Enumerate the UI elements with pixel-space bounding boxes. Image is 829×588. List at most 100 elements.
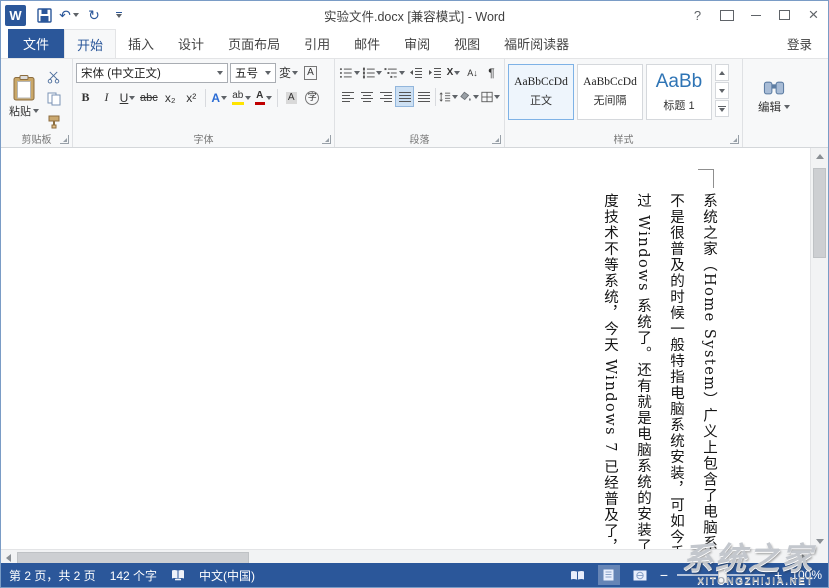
superscript-button[interactable]: x² — [182, 87, 201, 108]
font-size-combobox[interactable]: 五号 — [230, 63, 276, 83]
tab-review[interactable]: 审阅 — [392, 29, 442, 58]
vertical-scrollbar[interactable] — [810, 148, 828, 549]
character-shading-icon: A — [286, 92, 297, 104]
distribute-button[interactable] — [414, 86, 433, 107]
tab-home[interactable]: 开始 — [64, 29, 116, 58]
underline-button[interactable]: U — [118, 87, 137, 108]
style-normal[interactable]: AaBbCcDd 正文 — [508, 64, 574, 120]
zoom-slider-thumb[interactable] — [718, 569, 727, 583]
read-mode-icon — [570, 570, 585, 581]
styles-more-button[interactable] — [715, 100, 729, 117]
customize-caret-icon — [116, 12, 122, 18]
text-effects-dropdown-icon — [221, 96, 227, 100]
tab-page-layout[interactable]: 页面布局 — [216, 29, 292, 58]
page-number-indicator[interactable]: 第 2 页，共 2 页 — [9, 567, 96, 584]
tab-foxit-reader[interactable]: 福昕阅读器 — [492, 29, 581, 58]
font-color-dropdown-icon — [266, 96, 272, 100]
styles-dialog-launcher[interactable] — [730, 135, 739, 144]
bullets-button[interactable] — [338, 62, 361, 83]
styles-group-label: 样式 — [505, 131, 742, 146]
proofing-status[interactable] — [171, 569, 185, 581]
phonetic-guide-button[interactable]: 変 — [278, 62, 299, 83]
zoom-out-button[interactable]: − — [660, 568, 668, 582]
proofing-book-icon — [171, 569, 185, 581]
format-painter-button[interactable] — [44, 112, 63, 132]
copy-button[interactable] — [44, 89, 63, 109]
tab-view[interactable]: 视图 — [442, 29, 492, 58]
sort-button[interactable]: A↓ — [463, 62, 482, 83]
borders-button[interactable] — [480, 86, 501, 107]
clipboard-dialog-launcher[interactable] — [60, 135, 69, 144]
tab-design[interactable]: 设计 — [166, 29, 216, 58]
paste-dropdown-icon — [33, 109, 39, 113]
help-button[interactable]: ? — [683, 2, 712, 29]
redo-button[interactable]: ↻ — [82, 3, 106, 27]
styles-scroll-down-button[interactable] — [715, 82, 729, 99]
font-name-combobox[interactable]: 宋体 (中文正文) — [76, 63, 228, 83]
styles-scroll-up-button[interactable] — [715, 64, 729, 81]
tab-file[interactable]: 文件 — [8, 29, 64, 58]
document-canvas[interactable]: 系统之家（Home System）广义上包含了电脑系统安装相 不是很普及的时候一… — [1, 148, 812, 549]
multilevel-list-icon — [384, 67, 398, 79]
tab-mailings[interactable]: 邮件 — [342, 29, 392, 58]
word-count-indicator[interactable]: 142 个字 — [110, 567, 157, 584]
clipboard-group: 粘贴 — [1, 59, 73, 147]
save-button[interactable] — [32, 3, 56, 27]
language-indicator[interactable]: 中文(中国) — [199, 567, 255, 584]
italic-button[interactable]: I — [97, 87, 116, 108]
line-spacing-button[interactable] — [438, 86, 459, 107]
character-border-button[interactable]: A — [301, 62, 320, 83]
asian-layout-icon: X — [447, 67, 454, 78]
ribbon-display-options-button[interactable] — [712, 2, 741, 29]
style-heading-1[interactable]: AaBb 标题 1 — [646, 64, 712, 120]
close-button[interactable]: × — [799, 2, 828, 29]
strikethrough-button[interactable]: abc — [139, 87, 159, 108]
scroll-down-button[interactable] — [811, 533, 828, 549]
align-center-button[interactable] — [357, 86, 376, 107]
paste-button[interactable]: 粘贴 — [4, 62, 44, 132]
bold-button[interactable]: B — [76, 87, 95, 108]
font-color-button[interactable]: A — [254, 87, 273, 108]
scroll-up-button[interactable] — [811, 148, 828, 164]
sign-in-button[interactable]: 登录 — [771, 29, 828, 58]
maximize-button[interactable] — [770, 2, 799, 29]
style-no-spacing[interactable]: AaBbCcDd 无间隔 — [577, 64, 643, 120]
font-dialog-launcher[interactable] — [322, 135, 331, 144]
tab-references[interactable]: 引用 — [292, 29, 342, 58]
zoom-level[interactable]: 100% — [791, 568, 822, 582]
justify-button[interactable] — [395, 86, 414, 107]
borders-icon — [481, 91, 493, 103]
read-mode-button[interactable] — [567, 565, 589, 585]
highlight-color-button[interactable]: ab — [231, 87, 252, 108]
editing-button[interactable]: 编辑 — [758, 79, 790, 115]
enclose-characters-button[interactable]: 字 — [303, 87, 322, 108]
text-effects-button[interactable]: A — [210, 87, 229, 108]
show-hide-marks-button[interactable]: ¶ — [482, 62, 501, 83]
character-border-icon: A — [304, 66, 317, 80]
print-layout-button[interactable] — [598, 565, 620, 585]
numbering-button[interactable] — [361, 62, 384, 83]
web-layout-button[interactable] — [629, 565, 651, 585]
shading-button[interactable] — [459, 86, 480, 107]
minimize-button[interactable] — [741, 2, 770, 29]
align-left-button[interactable] — [338, 86, 357, 107]
subscript-button[interactable]: x₂ — [161, 87, 180, 108]
decrease-indent-button[interactable] — [406, 62, 425, 83]
character-shading-button[interactable]: A — [282, 87, 301, 108]
cut-button[interactable] — [44, 67, 63, 87]
align-right-button[interactable] — [376, 86, 395, 107]
undo-button[interactable]: ↶ — [57, 3, 81, 27]
style-name: 无间隔 — [594, 92, 627, 108]
asian-layout-button[interactable]: X — [444, 62, 463, 83]
tab-insert[interactable]: 插入 — [116, 29, 166, 58]
zoom-slider[interactable] — [677, 574, 765, 576]
zoom-in-button[interactable]: + — [774, 568, 782, 582]
numbering-icon — [362, 67, 376, 79]
font-group: 宋体 (中文正文) 五号 変 A B I U — [73, 59, 335, 147]
customize-quick-access-button[interactable] — [107, 3, 131, 27]
word-logo-icon[interactable]: W — [5, 5, 26, 26]
vertical-scrollbar-thumb[interactable] — [813, 168, 826, 258]
increase-indent-button[interactable] — [425, 62, 444, 83]
paragraph-dialog-launcher[interactable] — [492, 135, 501, 144]
multilevel-list-button[interactable] — [383, 62, 406, 83]
